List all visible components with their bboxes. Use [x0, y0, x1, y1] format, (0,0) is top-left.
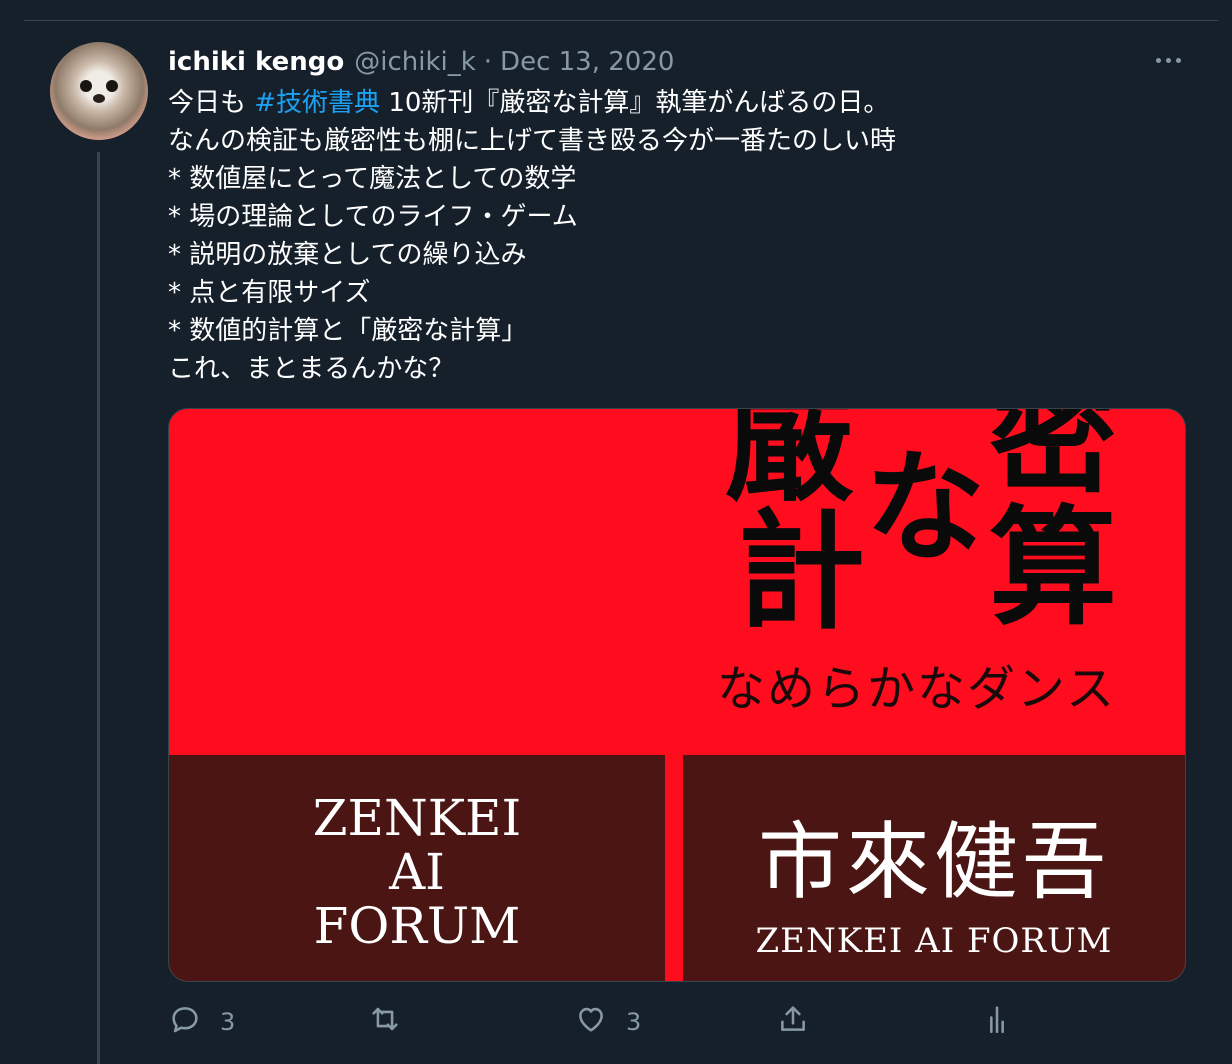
reply-count: 3 — [220, 1008, 236, 1036]
cover-publisher-panel: ZENKEI AI FORUM — [169, 755, 665, 981]
cover-title-char: 密 — [989, 408, 1118, 511]
avatar-nose — [93, 94, 105, 103]
hashtag-link[interactable]: #技術書典 — [254, 88, 380, 118]
tweet-line: 今日も #技術書典 10新刊『厳密な計算』執筆がんばるの日。 — [168, 88, 890, 118]
tweet-image[interactable]: 厳 密 な 計 算 なめらかなダンス ZENKEI AI FORUM 市來健吾 … — [168, 408, 1186, 982]
tweet-line: * 説明の放棄としての繰り込み — [168, 240, 527, 270]
avatar-eye — [80, 80, 92, 92]
reply-button[interactable]: 3 — [168, 1000, 235, 1044]
cover-subtitle: なめらかなダンス — [717, 661, 1117, 717]
tweet-line: これ、まとまるんかな？ — [168, 354, 455, 384]
cover-publisher-name: ZENKEI AI FORUM — [312, 789, 522, 955]
cover-title-char: 計 — [737, 498, 866, 647]
reply-icon — [168, 1002, 202, 1042]
tweet-line: * 場の理論としてのライフ・ゲーム — [168, 202, 578, 232]
tweet-date[interactable]: Dec 13, 2020 — [500, 47, 674, 77]
more-horizontal-icon — [1155, 57, 1161, 63]
analytics-icon — [980, 1002, 1014, 1042]
separator-dot: · — [483, 47, 493, 77]
retweet-icon — [368, 1002, 402, 1042]
author-name[interactable]: ichiki kengo — [168, 47, 344, 77]
like-button[interactable]: 3 — [574, 1000, 641, 1044]
tweet-line: * 数値屋にとって魔法としての数学 — [168, 164, 577, 194]
analytics-button[interactable] — [980, 1000, 1014, 1044]
tweet-text: 今日も #技術書典 10新刊『厳密な計算』執筆がんばるの日。 なんの検証も厳密性… — [168, 84, 1178, 388]
tweet-line: なんの検証も厳密性も棚に上げて書き殴る今が一番たのしい時 — [168, 126, 897, 156]
heart-icon — [574, 1002, 608, 1042]
cover-author-panel: 市來健吾 ZENKEI AI FORUM — [683, 755, 1185, 981]
avatar-eye — [106, 80, 118, 92]
cover-divider — [665, 755, 683, 981]
avatar[interactable] — [50, 42, 148, 140]
author-handle[interactable]: @ichiki_k — [354, 47, 476, 77]
tweet-line: * 点と有限サイズ — [168, 278, 371, 308]
thread-line — [97, 152, 100, 1064]
retweet-button[interactable] — [368, 1000, 402, 1044]
more-options-button[interactable] — [1148, 48, 1188, 72]
share-button[interactable] — [776, 1000, 810, 1044]
like-count: 3 — [626, 1008, 642, 1036]
cover-title-char: 厳 — [725, 408, 854, 519]
cover-title-char: な — [865, 439, 985, 578]
top-divider — [24, 20, 1218, 21]
cover-author-org: ZENKEI AI FORUM — [755, 921, 1113, 961]
cover-title-area: 厳 密 な 計 算 なめらかなダンス — [169, 409, 1185, 755]
tweet-actions: 3 3 — [168, 1000, 1184, 1044]
tweet-line: * 数値的計算と「厳密な計算」 — [168, 316, 528, 346]
cover-author-name: 市來健吾 — [757, 813, 1110, 911]
cover-title-char: 算 — [989, 494, 1118, 643]
share-icon — [776, 1002, 810, 1042]
tweet-header: ichiki kengo @ichiki_k · Dec 13, 2020 — [168, 44, 674, 80]
